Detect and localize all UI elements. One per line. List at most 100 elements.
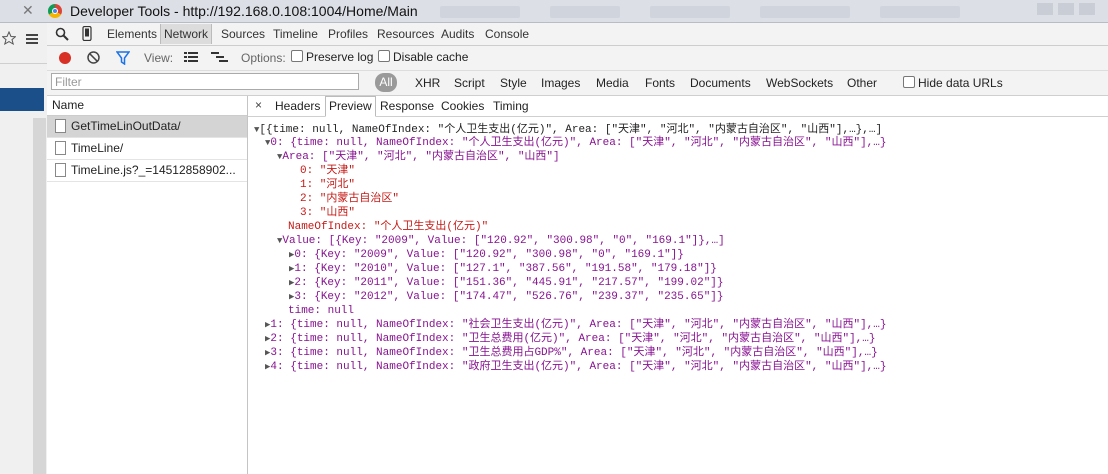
request-detail-pane: × Headers Preview Response Cookies Timin… [248,96,1108,474]
window-controls[interactable] [1032,3,1102,17]
tab-sources[interactable]: Sources [221,27,265,41]
disable-cache-label: Disable cache [393,50,469,64]
filter-type-websockets[interactable]: WebSockets [766,76,833,90]
checkbox-box-icon [291,50,303,62]
json-item-row[interactable]: ▶1: {time: null, NameOfIndex: "社会卫生支出(亿元… [265,319,887,332]
json-value-item[interactable]: ▶3: {Key: "2012", Value: ["174.47", "526… [289,291,724,304]
json-item-0-text: 0: {time: null, NameOfIndex: "个人卫生支出(亿元)… [270,137,887,149]
network-options-bar: View: Options: Preserve log Disable cach… [47,46,1108,71]
request-row[interactable]: GetTimeLinOutData/ [47,116,247,138]
request-name: GetTimeLinOutData/ [71,119,181,133]
json-item-text: 1: {time: null, NameOfIndex: "社会卫生支出(亿元)… [270,319,887,331]
page-header-block [0,88,44,111]
filter-all-button[interactable]: All [375,73,397,92]
json-name-of-index: NameOfIndex: "个人卫生支出(亿元)" [288,221,489,233]
filter-type-media[interactable]: Media [596,76,629,90]
hide-data-urls-label: Hide data URLs [918,76,1003,90]
json-time-line: time: null [288,305,355,317]
json-value-item-text: 3: {Key: "2012", Value: ["174.47", "526.… [294,291,724,303]
tab-timeline[interactable]: Timeline [273,27,318,41]
checkbox-box-icon [378,50,390,62]
request-row[interactable]: TimeLine.js?_=14512858902... [47,160,247,182]
json-value-item-text: 1: {Key: "2010", Value: ["127.1", "387.5… [294,263,717,275]
background-tabs [440,2,1040,20]
json-item-text: 4: {time: null, NameOfIndex: "政府卫生支出(亿元)… [270,361,887,373]
json-area-item: 0: "天津" [300,165,356,177]
clear-icon[interactable] [87,51,100,64]
filter-input[interactable]: Filter [51,73,359,90]
document-icon [55,119,66,133]
menu-icon[interactable] [26,33,38,45]
json-item-row[interactable]: ▶4: {time: null, NameOfIndex: "政府卫生支出(亿元… [265,361,887,374]
json-value-item[interactable]: ▶0: {Key: "2009", Value: ["120.92", "300… [289,249,684,262]
filter-type-script[interactable]: Script [454,76,485,90]
checkbox-box-icon [903,76,915,88]
json-item-text: 2: {time: null, NameOfIndex: "卫生总费用(亿元)"… [270,333,876,345]
options-label: Options: [241,51,286,65]
inspect-search-icon[interactable] [55,27,69,41]
json-area-item: 1: "河北" [300,179,356,191]
request-row[interactable]: TimeLine/ [47,138,247,160]
name-column-header[interactable]: Name [52,98,84,112]
filter-type-style[interactable]: Style [500,76,527,90]
tab-console[interactable]: Console [485,27,529,41]
json-area-item: 2: "内蒙古自治区" [300,193,400,205]
preserve-log-checkbox[interactable]: Preserve log [291,50,373,64]
tab-response[interactable]: Response [380,99,434,113]
chrome-logo-icon [48,4,62,18]
tab-cookies[interactable]: Cookies [441,99,484,113]
detail-tabs: × Headers Preview Response Cookies Timin… [248,96,1108,117]
devtools-toolbar: Elements Network Sources Timeline Profil… [47,23,1108,46]
request-name: TimeLine.js?_=14512858902... [71,163,236,177]
tab-timing[interactable]: Timing [493,99,529,113]
json-item-0-row[interactable]: ▼0: {time: null, NameOfIndex: "个人卫生支出(亿元… [265,137,886,150]
view-label: View: [144,51,174,65]
json-item-row[interactable]: ▶3: {time: null, NameOfIndex: "卫生总费用占GDP… [265,347,878,360]
record-icon[interactable] [59,52,71,64]
star-icon[interactable] [2,31,16,45]
filter-type-images[interactable]: Images [541,76,580,90]
close-detail-icon[interactable]: × [255,98,262,112]
json-value-row[interactable]: ▼Value: [{Key: "2009", Value: ["120.92",… [277,235,725,248]
device-mode-icon[interactable] [82,26,92,41]
tab-profiles[interactable]: Profiles [328,27,368,41]
request-name: TimeLine/ [71,141,124,155]
close-window-icon[interactable]: ✕ [22,2,36,18]
preserve-log-label: Preserve log [306,50,374,64]
tab-headers[interactable]: Headers [275,99,320,113]
json-item-row[interactable]: ▶2: {time: null, NameOfIndex: "卫生总费用(亿元)… [265,333,876,346]
tab-elements[interactable]: Elements [107,27,157,41]
filter-type-fonts[interactable]: Fonts [645,76,675,90]
json-value-item[interactable]: ▶2: {Key: "2011", Value: ["151.36", "445… [289,277,724,290]
page-scrollbar[interactable] [33,118,46,474]
json-value-item-text: 2: {Key: "2011", Value: ["151.36", "445.… [294,277,724,289]
tab-resources[interactable]: Resources [377,27,434,41]
large-rows-icon[interactable] [184,52,198,63]
filter-funnel-icon[interactable] [116,51,130,65]
json-root-text: [{time: null, NameOfIndex: "个人卫生支出(亿元)",… [259,124,883,136]
json-root-row[interactable]: ▼[{time: null, NameOfIndex: "个人卫生支出(亿元)"… [254,124,882,137]
window-title: Developer Tools - http://192.168.0.108:1… [70,3,418,19]
request-list-header[interactable]: Name [47,96,247,116]
filter-type-xhr[interactable]: XHR [415,76,440,90]
json-value-item[interactable]: ▶1: {Key: "2010", Value: ["127.1", "387.… [289,263,717,276]
json-area-item: 3: "山西" [300,207,356,219]
hide-data-urls-checkbox[interactable]: Hide data URLs [903,76,1003,90]
filter-bar: Filter All XHR Script Style Images Media… [47,71,1108,96]
filter-type-other[interactable]: Other [847,76,877,90]
json-area-row[interactable]: ▼Area: ["天津", "河北", "内蒙古自治区", "山西"] [277,151,560,164]
request-list: Name GetTimeLinOutData/ TimeLine/ TimeLi… [47,96,248,474]
disable-cache-checkbox[interactable]: Disable cache [378,50,468,64]
filter-type-documents[interactable]: Documents [690,76,751,90]
tab-preview[interactable]: Preview [325,96,376,117]
json-item-text: 3: {time: null, NameOfIndex: "卫生总费用占GDP%… [270,347,878,359]
tab-audits[interactable]: Audits [441,27,474,41]
json-area-text: Area: ["天津", "河北", "内蒙古自治区", "山西"] [282,151,560,163]
overview-waterfall-icon[interactable] [211,52,228,63]
page-behind-strip [0,23,48,474]
json-value-item-text: 0: {Key: "2009", Value: ["120.92", "300.… [294,249,684,261]
document-icon [55,163,66,177]
json-value-text: Value: [{Key: "2009", Value: ["120.92", … [282,235,725,247]
tab-network[interactable]: Network [160,24,213,44]
document-icon [55,141,66,155]
